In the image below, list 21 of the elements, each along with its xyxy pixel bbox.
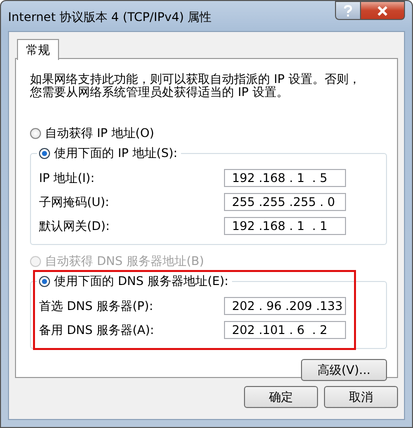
dialog-button[interactable]: 确定	[244, 386, 318, 408]
ip-address-field[interactable]: 202 .101 . 6 . 2	[224, 321, 346, 339]
dialog-button[interactable]: 取消	[324, 386, 398, 408]
help-icon	[343, 4, 353, 16]
ip-address-field[interactable]: 192 .168 . 1 . 1	[224, 217, 346, 235]
radio-option[interactable]: 自动获得 IP 地址(O)	[30, 123, 387, 143]
field-label: 备用 DNS 服务器(A):	[39, 322, 154, 338]
ip-address-field[interactable]: 202 . 96 .209 .133	[224, 297, 346, 315]
close-icon	[377, 6, 388, 16]
help-button[interactable]	[335, 1, 361, 20]
advanced-button[interactable]: 高级(V)...	[301, 359, 387, 381]
window-title: Internet 协议版本 4 (TCP/IPv4) 属性	[8, 8, 212, 26]
field-label: 首选 DNS 服务器(P):	[39, 298, 154, 314]
close-button[interactable]	[361, 1, 405, 20]
description-text: 如果网络支持此功能，则可以获取自动指派的 IP 设置。否则，您需要从网络系统管理员处获得适当的 IP 设置。	[30, 73, 362, 99]
ip-address-field[interactable]: 192 .168 . 1 . 5	[224, 169, 346, 187]
field-label: IP 地址(I):	[39, 170, 95, 186]
tab[interactable]: 常规	[17, 39, 59, 60]
field-label: 子网掩码(U):	[39, 194, 110, 210]
ip-address-field[interactable]: 255 .255 .255 . 0	[224, 193, 346, 211]
field-label: 默认网关(D):	[39, 218, 110, 234]
